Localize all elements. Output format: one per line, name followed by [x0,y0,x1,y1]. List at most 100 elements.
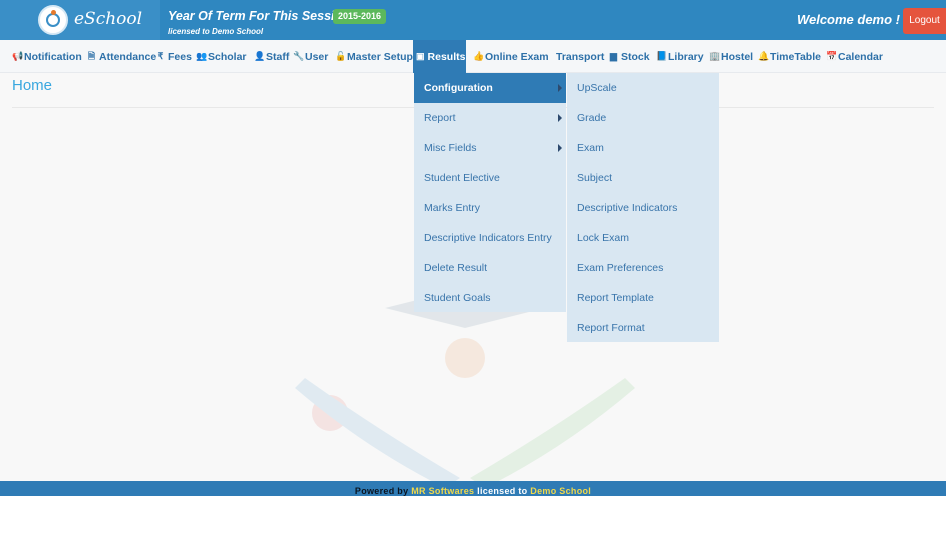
menu-item-student-elective[interactable]: Student Elective [414,163,566,193]
rupee-icon: ₹ [157,51,164,61]
menu-label: Grade [577,112,607,124]
submenu-item-subject[interactable]: Subject [567,163,719,193]
user-icon: 👤 [254,51,266,61]
bell-icon: 🔔 [758,51,770,61]
nav-notification[interactable]: 📢 Notification [9,40,85,73]
nav-label: Attendance [99,50,157,63]
book-icon: 📘 [656,51,668,61]
file-icon: 🗎 [87,50,96,61]
results-dropdown: Configuration Report Misc Fields Student… [414,73,566,312]
logout-button[interactable]: Logout [903,8,946,34]
configuration-submenu: UpScale Grade Exam Subject Descriptive I… [567,73,719,342]
footer-middle: licensed to [477,486,528,496]
nav-attendance[interactable]: 🗎 Attendance [84,40,159,73]
menu-label: UpScale [577,82,617,94]
calendar-icon: 📅 [826,51,838,61]
nav-label: Stock [621,50,650,63]
menu-label: Configuration [424,82,493,94]
footer-text: Powered by MR Softwares licensed to Demo… [355,486,591,496]
menu-label: Marks Entry [424,202,481,214]
nav-label: Fees [168,50,192,63]
menu-label: Report Template [577,292,654,304]
menu-label: Report [424,112,456,124]
menu-item-misc-fields[interactable]: Misc Fields [414,133,566,163]
bullhorn-icon: 📢 [12,51,24,61]
main-nav: 📢 Notification 🗎 Attendance ₹ Fees 👥 Scholar… [0,40,946,73]
nav-master-setup[interactable]: 🔓 Master Setup [332,40,416,73]
menu-label: Descriptive Indicators Entry [424,232,552,244]
caret-right-icon [558,144,562,152]
nav-label: Library [668,50,704,63]
folder-icon: ▆ [610,51,617,61]
nav-label: Scholar [208,50,247,63]
nav-scholar[interactable]: 👥 Scholar [193,40,250,73]
id-card-icon: ▣ [416,51,425,61]
nav-library[interactable]: 📘 Library [653,40,707,73]
nav-results[interactable]: ▣ Results [413,40,466,73]
footer-school: Demo School [530,486,592,496]
app-root: eSchool Year Of Term For This Session :-… [0,0,946,539]
caret-right-icon [558,114,562,122]
footer: Powered by MR Softwares licensed to Demo… [0,481,946,496]
nav-timetable[interactable]: 🔔 TimeTable [755,40,824,73]
menu-label: Exam Preferences [577,262,664,274]
top-header: eSchool Year Of Term For This Session :-… [0,0,946,40]
menu-label: Report Format [577,322,645,334]
nav-label: TimeTable [770,50,821,63]
menu-label: Misc Fields [424,142,477,154]
thumbs-up-icon: 👍 [473,51,485,61]
nav-stock[interactable]: ▆ Stock [606,40,653,73]
menu-label: Student Elective [424,172,500,184]
menu-item-descriptive-indicators-entry[interactable]: Descriptive Indicators Entry [414,223,566,253]
logo-area[interactable]: eSchool [0,0,160,40]
nav-label: Results [427,50,466,63]
nav-label: Calendar [838,50,883,63]
submenu-item-report-template[interactable]: Report Template [567,283,719,313]
caret-right-icon [558,84,562,92]
app-name: eSchool [74,9,143,29]
nav-fees[interactable]: ₹ Fees [153,40,195,73]
submenu-item-report-format[interactable]: Report Format [567,313,719,343]
nav-user[interactable]: 🔧 User [290,40,331,73]
nav-label: Staff [266,50,290,63]
nav-label: Transport [556,50,605,63]
nav-label: User [305,50,329,63]
submenu-item-grade[interactable]: Grade [567,103,719,133]
submenu-item-upscale[interactable]: UpScale [567,73,719,103]
submenu-item-lock-exam[interactable]: Lock Exam [567,223,719,253]
nav-label: Online Exam [485,50,549,63]
wrench-icon: 🔧 [293,51,305,61]
nav-staff[interactable]: 👤 Staff [251,40,292,73]
nav-online-exam[interactable]: 👍 Online Exam [470,40,552,73]
license-text: licensed to Demo School [168,27,264,36]
menu-label: Exam [577,142,604,154]
school-logo-icon [38,5,68,35]
nav-label: Master Setup [347,50,413,63]
menu-item-delete-result[interactable]: Delete Result [414,253,566,283]
footer-brand-link[interactable]: MR Softwares [411,486,474,496]
menu-item-marks-entry[interactable]: Marks Entry [414,193,566,223]
menu-label: Descriptive Indicators [577,202,678,214]
menu-item-student-goals[interactable]: Student Goals [414,283,566,313]
submenu-item-descriptive-indicators[interactable]: Descriptive Indicators [567,193,719,223]
footer-prefix: Powered by [354,486,409,496]
welcome-text: Welcome demo ! [796,12,900,27]
submenu-item-exam-preferences[interactable]: Exam Preferences [567,253,719,283]
menu-label: Delete Result [424,262,488,274]
menu-item-report[interactable]: Report [414,103,566,133]
session-badge: 2015-2016 [333,9,387,24]
nav-label: Notification [24,50,82,63]
building-icon: 🏢 [709,51,721,61]
menu-label: Subject [577,172,613,184]
nav-hostel[interactable]: 🏢 Hostel [706,40,756,73]
menu-label: Lock Exam [577,232,629,244]
nav-label: Hostel [721,50,754,63]
nav-transport[interactable]: Transport [553,40,607,73]
unlock-icon: 🔓 [335,51,347,61]
nav-calendar[interactable]: 📅 Calendar [823,40,886,73]
users-icon: 👥 [196,51,208,61]
menu-label: Student Goals [424,292,491,304]
menu-item-configuration[interactable]: Configuration [414,73,566,103]
submenu-item-exam[interactable]: Exam [567,133,719,163]
page-title: Home [12,77,53,94]
